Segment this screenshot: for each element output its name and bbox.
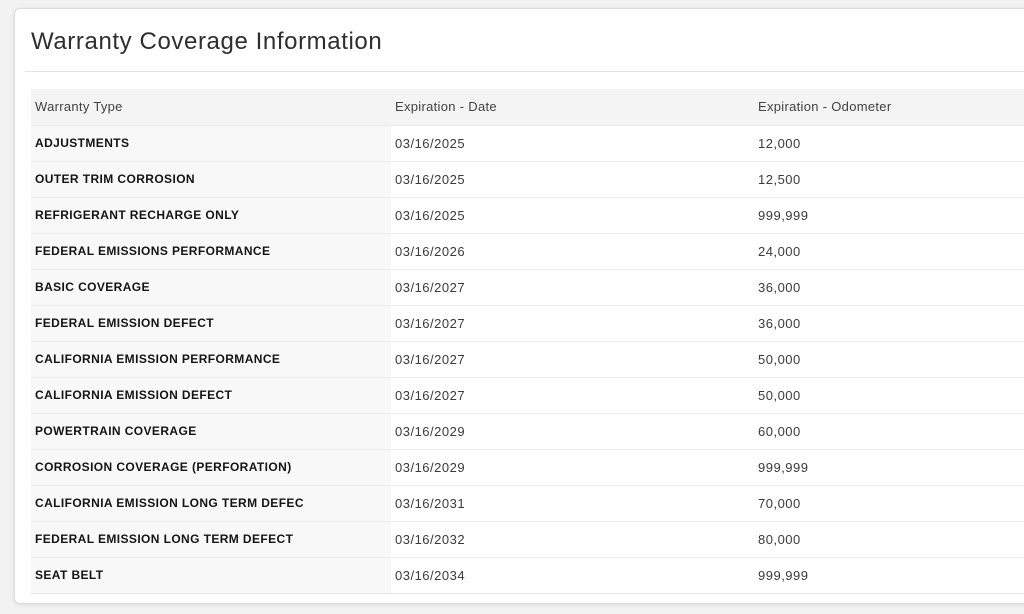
expiration-date-cell: 03/16/2034 (391, 556, 754, 593)
warranty-type-cell: OUTER TRIM CORROSION (31, 160, 391, 197)
expiration-date-cell: 03/16/2027 (391, 376, 754, 413)
warranty-type-cell: REFRIGERANT RECHARGE ONLY (31, 196, 391, 233)
column-header-expiration-date[interactable]: Expiration - Date (391, 89, 754, 125)
expiration-odometer-cell: 12,000 (754, 124, 1024, 161)
table-row: CALIFORNIA EMISSION DEFECT 03/16/2027 50… (31, 376, 1024, 413)
expiration-date-cell: 03/16/2032 (391, 520, 754, 557)
expiration-odometer-cell: 50,000 (754, 340, 1024, 377)
warranty-type-cell: CALIFORNIA EMISSION LONG TERM DEFEC (31, 484, 391, 521)
warranty-coverage-card: Warranty Coverage Information Warranty T… (14, 8, 1024, 604)
expiration-odometer-cell: 80,000 (754, 520, 1024, 557)
expiration-date-cell: 03/16/2027 (391, 340, 754, 377)
warranty-table: Warranty Type Expiration - Date Expirati… (31, 89, 1024, 594)
table-header-row: Warranty Type Expiration - Date Expirati… (31, 89, 1024, 125)
table-row: CALIFORNIA EMISSION LONG TERM DEFEC 03/1… (31, 484, 1024, 521)
warranty-type-cell: SEAT BELT (31, 556, 391, 593)
table-row: CALIFORNIA EMISSION PERFORMANCE 03/16/20… (31, 340, 1024, 377)
expiration-date-cell: 03/16/2027 (391, 268, 754, 305)
expiration-date-cell: 03/16/2027 (391, 304, 754, 341)
warranty-table-container: Warranty Type Expiration - Date Expirati… (31, 89, 1024, 594)
expiration-odometer-cell: 999,999 (754, 556, 1024, 593)
expiration-odometer-cell: 36,000 (754, 268, 1024, 305)
warranty-type-cell: POWERTRAIN COVERAGE (31, 412, 391, 449)
expiration-date-cell: 03/16/2025 (391, 160, 754, 197)
table-row: FEDERAL EMISSIONS PERFORMANCE 03/16/2026… (31, 232, 1024, 269)
table-row: OUTER TRIM CORROSION 03/16/2025 12,500 (31, 160, 1024, 197)
expiration-date-cell: 03/16/2031 (391, 484, 754, 521)
expiration-odometer-cell: 24,000 (754, 232, 1024, 269)
header-divider (25, 71, 1024, 72)
expiration-odometer-cell: 999,999 (754, 196, 1024, 233)
warranty-type-cell: ADJUSTMENTS (31, 124, 391, 161)
expiration-odometer-cell: 70,000 (754, 484, 1024, 521)
expiration-odometer-cell: 999,999 (754, 448, 1024, 485)
card-header: Warranty Coverage Information (15, 9, 1024, 57)
warranty-type-cell: CALIFORNIA EMISSION DEFECT (31, 376, 391, 413)
column-header-expiration-odometer[interactable]: Expiration - Odometer (754, 89, 1024, 125)
table-row: SEAT BELT 03/16/2034 999,999 (31, 556, 1024, 593)
warranty-type-cell: FEDERAL EMISSION LONG TERM DEFECT (31, 520, 391, 557)
column-header-warranty-type[interactable]: Warranty Type (31, 89, 391, 125)
page-title: Warranty Coverage Information (31, 28, 383, 55)
expiration-odometer-cell: 50,000 (754, 376, 1024, 413)
table-row: FEDERAL EMISSION DEFECT 03/16/2027 36,00… (31, 304, 1024, 341)
warranty-type-cell: FEDERAL EMISSIONS PERFORMANCE (31, 232, 391, 269)
expiration-odometer-cell: 36,000 (754, 304, 1024, 341)
table-row: BASIC COVERAGE 03/16/2027 36,000 (31, 268, 1024, 305)
expiration-date-cell: 03/16/2026 (391, 232, 754, 269)
table-row: CORROSION COVERAGE (PERFORATION) 03/16/2… (31, 448, 1024, 485)
warranty-type-cell: CALIFORNIA EMISSION PERFORMANCE (31, 340, 391, 377)
expiration-odometer-cell: 60,000 (754, 412, 1024, 449)
table-row: POWERTRAIN COVERAGE 03/16/2029 60,000 (31, 412, 1024, 449)
expiration-odometer-cell: 12,500 (754, 160, 1024, 197)
table-row: FEDERAL EMISSION LONG TERM DEFECT 03/16/… (31, 520, 1024, 557)
expiration-date-cell: 03/16/2029 (391, 412, 754, 449)
expiration-date-cell: 03/16/2029 (391, 448, 754, 485)
expiration-date-cell: 03/16/2025 (391, 124, 754, 161)
table-row: REFRIGERANT RECHARGE ONLY 03/16/2025 999… (31, 196, 1024, 233)
warranty-type-cell: BASIC COVERAGE (31, 268, 391, 305)
warranty-type-cell: FEDERAL EMISSION DEFECT (31, 304, 391, 341)
expiration-date-cell: 03/16/2025 (391, 196, 754, 233)
table-row: ADJUSTMENTS 03/16/2025 12,000 (31, 124, 1024, 161)
warranty-type-cell: CORROSION COVERAGE (PERFORATION) (31, 448, 391, 485)
